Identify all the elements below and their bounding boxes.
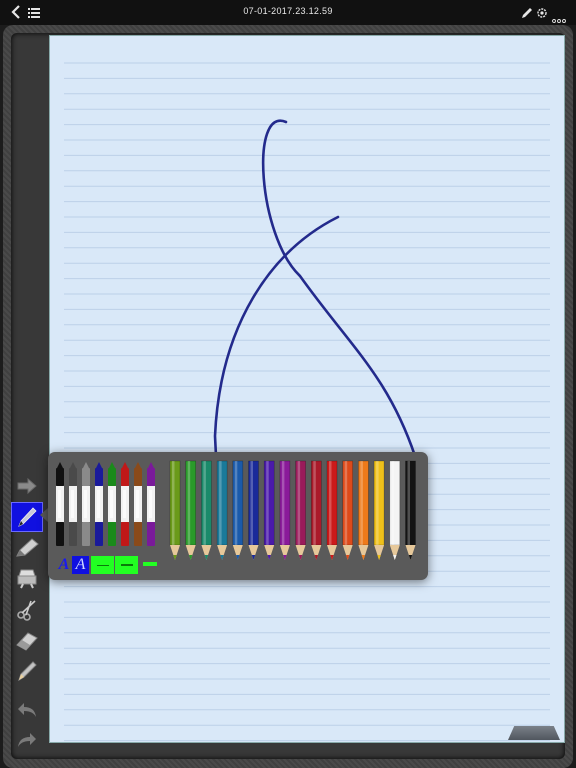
pencil-swatch-violet[interactable] bbox=[279, 460, 291, 560]
drawing-canvas[interactable] bbox=[49, 35, 565, 743]
pen-tool-icon[interactable] bbox=[11, 502, 43, 532]
ink-stroke-1 bbox=[261, 119, 417, 458]
highlighter-icon[interactable] bbox=[12, 534, 42, 562]
pencil-swatch-red-orange[interactable] bbox=[342, 460, 354, 560]
pencil-swatch-green[interactable] bbox=[185, 460, 196, 560]
pencil-icon[interactable] bbox=[521, 6, 533, 24]
pencil-tool-icon[interactable] bbox=[12, 657, 42, 685]
eraser-icon[interactable] bbox=[12, 626, 42, 654]
font-style-italic-button[interactable]: A bbox=[72, 556, 89, 574]
scissors-icon[interactable] bbox=[12, 595, 42, 623]
stamp-icon[interactable] bbox=[12, 564, 42, 592]
status-bar: 07-01-2017.23.12.59 bbox=[0, 0, 576, 25]
gear-icon[interactable] bbox=[536, 6, 548, 24]
redo-icon[interactable] bbox=[12, 726, 42, 754]
pencil-swatch-yellow-green[interactable] bbox=[169, 460, 181, 560]
pencil-swatch-yellow[interactable] bbox=[373, 460, 385, 560]
pencil-swatch-teal-green[interactable] bbox=[201, 460, 212, 560]
line-medium-button[interactable] bbox=[115, 556, 138, 574]
page-tab[interactable] bbox=[508, 726, 560, 740]
arrow-right-icon[interactable] bbox=[12, 472, 42, 500]
document-title: 07-01-2017.23.12.59 bbox=[243, 6, 333, 16]
ink-stroke-2 bbox=[213, 215, 340, 458]
pencil-swatch-black[interactable] bbox=[405, 460, 416, 560]
ink-drawing bbox=[213, 119, 417, 458]
font-style-italic-glyph: A bbox=[75, 556, 86, 573]
line-thin-button[interactable] bbox=[91, 556, 114, 574]
pencil-swatch-navy[interactable] bbox=[248, 460, 259, 560]
font-style-plain-button[interactable]: A bbox=[55, 556, 73, 574]
pencil-swatch-blue[interactable] bbox=[232, 460, 244, 560]
pencil-swatch-orange[interactable] bbox=[358, 460, 369, 560]
pencil-swatch-crimson[interactable] bbox=[310, 460, 322, 560]
pencil-swatch-plum[interactable] bbox=[295, 460, 306, 560]
pencil-swatch-white[interactable] bbox=[389, 460, 401, 560]
undo-icon[interactable] bbox=[12, 696, 42, 724]
pencil-swatch-teal[interactable] bbox=[216, 460, 228, 560]
palette-pointer bbox=[40, 508, 48, 522]
font-style-plain-glyph: A bbox=[58, 556, 70, 573]
pencil-swatch-indigo[interactable] bbox=[263, 460, 275, 560]
line-thick-button[interactable] bbox=[143, 561, 157, 567]
pencil-swatch-red[interactable] bbox=[326, 460, 338, 560]
color-palette: A A bbox=[48, 452, 428, 580]
